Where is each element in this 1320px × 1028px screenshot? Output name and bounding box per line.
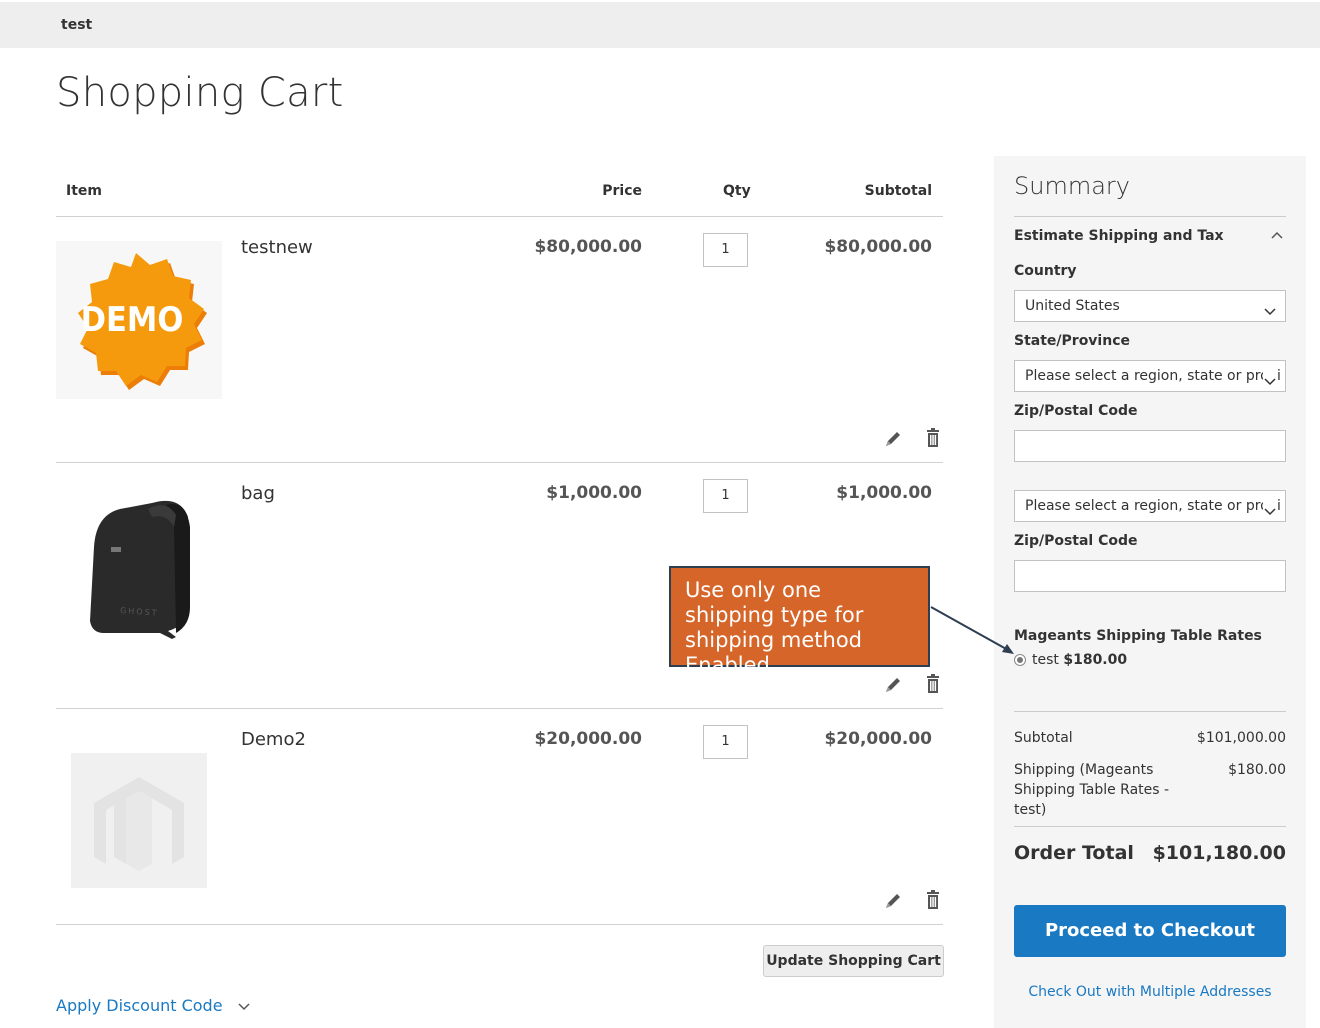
order-total-value: $101,180.00 [1152,842,1286,864]
apply-discount-label: Apply Discount Code [56,996,223,1015]
product-subtotal: $80,000.00 [824,237,932,257]
zip-input-2[interactable] [1014,560,1286,592]
product-image-demo[interactable]: DEMO [56,241,222,399]
annotation-callout: Use only one shipping type for shipping … [669,566,930,677]
update-cart-button[interactable]: Update Shopping Cart [763,945,944,977]
shipping-rate-name: test [1032,652,1059,668]
product-name-link[interactable]: Demo2 [241,729,306,750]
chevron-down-icon [1263,299,1277,316]
store-name[interactable]: test [61,17,92,33]
product-subtotal: $1,000.00 [836,483,932,503]
product-image-bag[interactable]: GHOST [56,487,222,645]
state-select-value: Please select a region, state or provi [1025,368,1281,384]
edit-pencil-icon[interactable] [883,675,903,695]
product-price: $20,000.00 [534,729,642,749]
shipping-value: $180.00 [1228,762,1286,778]
zip-input[interactable] [1014,430,1286,462]
qty-input[interactable]: 1 [703,479,748,513]
order-total-label: Order Total [1014,842,1134,864]
delete-trash-icon[interactable] [923,428,943,448]
chevron-down-icon [238,996,250,1015]
country-label: Country [1014,263,1077,279]
order-summary: Summary Estimate Shipping and Tax Countr… [994,156,1306,1028]
shipping-label: Shipping (Mageants Shipping Table Rates … [1014,762,1170,818]
cart-item-row: DEMO testnew $80,000.00 1 $80,000.00 [56,217,943,463]
state-select[interactable]: Please select a region, state or provi [1014,360,1286,392]
proceed-to-checkout-button[interactable]: Proceed to Checkout [1014,905,1286,957]
column-item: Item [66,183,102,199]
divider [1014,216,1286,217]
qty-input[interactable]: 1 [703,725,748,759]
estimate-shipping-toggle[interactable]: Estimate Shipping and Tax [1014,228,1224,244]
country-select[interactable]: United States [1014,290,1286,322]
subtotal-label: Subtotal [1014,730,1073,746]
shipping-rate-option[interactable]: test $180.00 [1032,652,1127,668]
product-subtotal: $20,000.00 [824,729,932,749]
chevron-down-icon [1263,369,1277,386]
summary-title: Summary [1014,172,1130,200]
chevron-up-icon[interactable] [1270,228,1284,242]
cart-table: Item Price Qty Subtotal DEMO testnew $80… [56,170,943,925]
edit-pencil-icon[interactable] [883,429,903,449]
cart-table-header: Item Price Qty Subtotal [56,170,943,217]
divider [1014,826,1286,827]
column-qty: Qty [723,183,751,199]
edit-pencil-icon[interactable] [883,891,903,911]
apply-discount-toggle[interactable]: Apply Discount Code [56,996,250,1015]
column-price: Price [602,183,642,199]
delete-trash-icon[interactable] [923,674,943,694]
product-image-placeholder[interactable] [56,733,222,891]
product-name-link[interactable]: bag [241,483,275,504]
store-header-bar: test [0,2,1320,48]
shipping-rate-radio[interactable] [1014,654,1026,666]
delete-trash-icon[interactable] [923,890,943,910]
state-select-2[interactable]: Please select a region, state or provi [1014,490,1286,522]
multiple-addresses-link[interactable]: Check Out with Multiple Addresses [1014,984,1286,1000]
shipping-rate-price: $180.00 [1063,652,1128,668]
qty-input[interactable]: 1 [703,233,748,267]
state-label: State/Province [1014,333,1130,349]
divider [1014,711,1286,712]
subtotal-value: $101,000.00 [1196,730,1286,746]
product-price: $80,000.00 [534,237,642,257]
chevron-down-icon [1263,499,1277,516]
demo-badge-text: DEMO [81,300,184,340]
state-select-value: Please select a region, state or provi [1025,498,1281,514]
shipping-method-title: Mageants Shipping Table Rates [1014,628,1262,644]
zip-label-2: Zip/Postal Code [1014,533,1138,549]
product-name-link[interactable]: testnew [241,237,313,258]
column-subtotal: Subtotal [864,183,932,199]
cart-item-row: Demo2 $20,000.00 1 $20,000.00 [56,709,943,925]
zip-label: Zip/Postal Code [1014,403,1138,419]
page-title: Shopping Cart [56,70,344,116]
country-select-value: United States [1025,298,1120,314]
product-price: $1,000.00 [546,483,642,503]
